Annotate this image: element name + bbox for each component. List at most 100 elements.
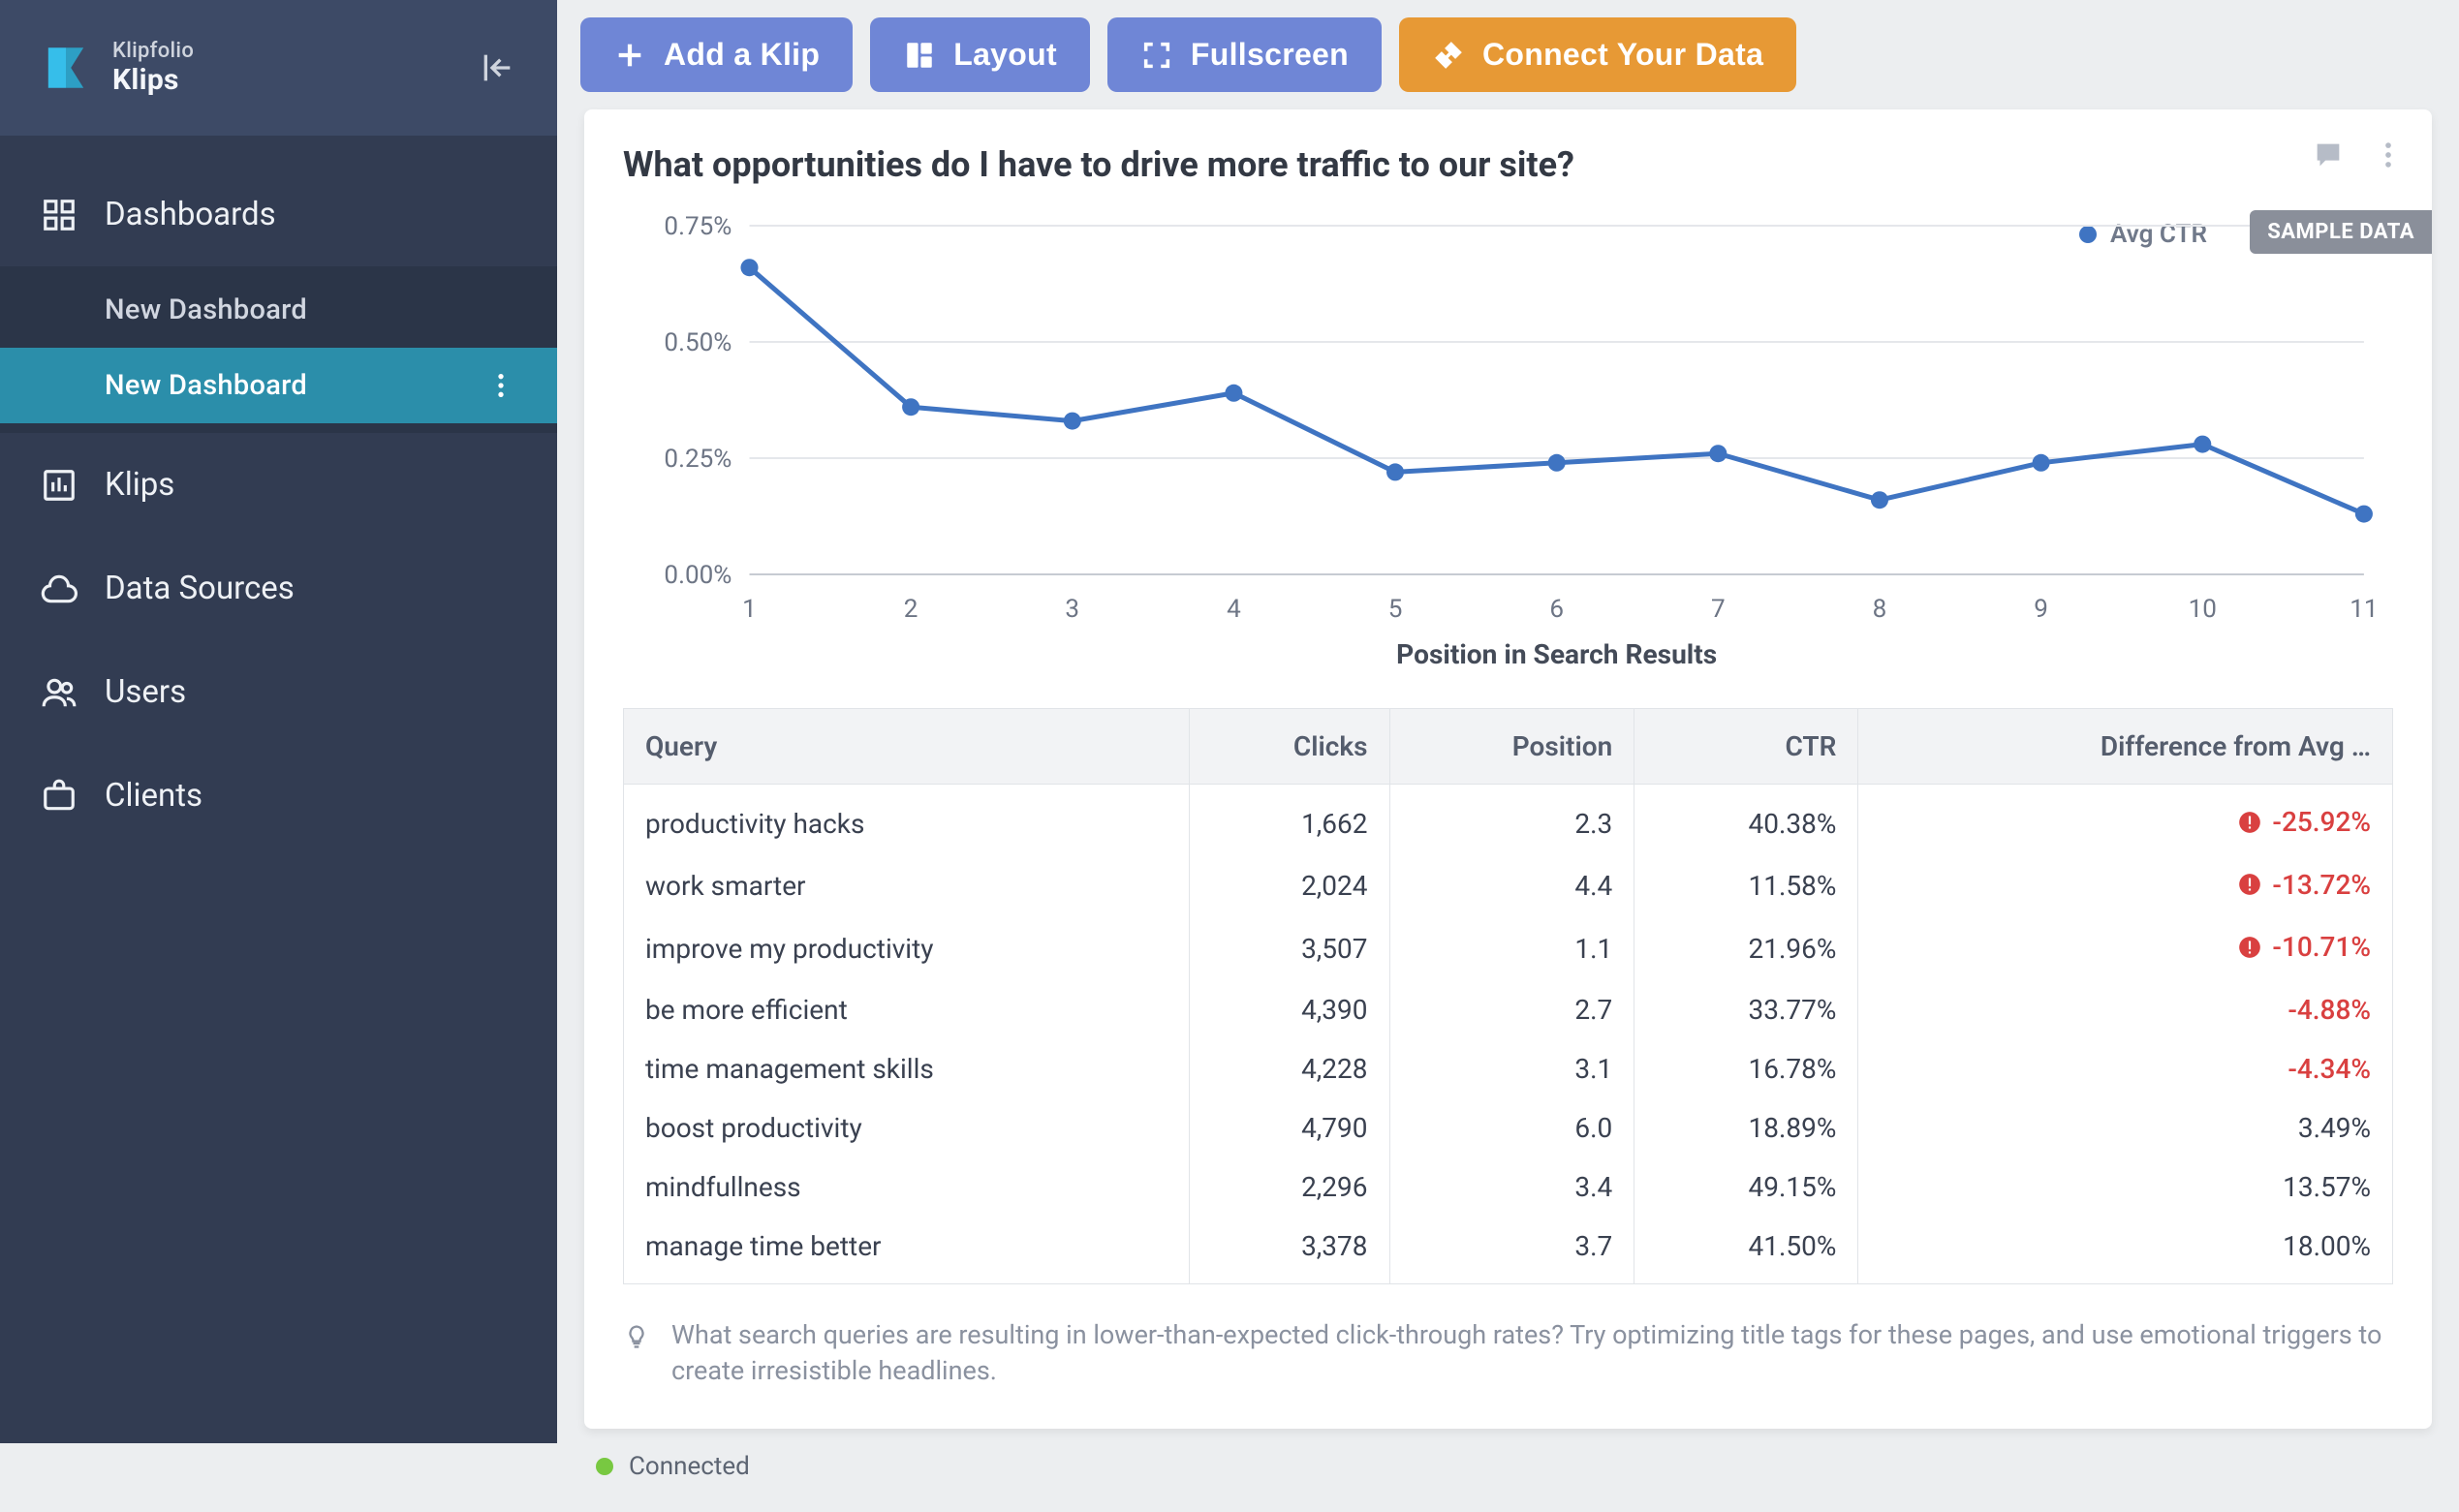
table-header[interactable]: Position xyxy=(1389,709,1634,785)
sidebar-item-klips[interactable]: Klips xyxy=(0,433,557,537)
table-cell: 2,296 xyxy=(1189,1157,1389,1217)
sidebar-subitem-label: New Dashboard xyxy=(105,293,307,326)
svg-text:7: 7 xyxy=(1711,595,1726,624)
table-cell: 4,228 xyxy=(1189,1039,1389,1098)
table-cell: time management skills xyxy=(624,1039,1190,1098)
table-cell: be more efficient xyxy=(624,980,1190,1039)
sidebar: Klipfolio Klips Dashboards New Dashboard… xyxy=(0,0,557,1443)
table-row[interactable]: work smarter2,0244.411.58%-13.72% xyxy=(624,855,2393,918)
sidebar-item-dashboards[interactable]: Dashboards xyxy=(0,163,557,266)
klipfolio-logo-icon xyxy=(41,43,91,93)
sidebar-item-clients[interactable]: Clients xyxy=(0,744,557,848)
sidebar-item-users[interactable]: Users xyxy=(0,640,557,744)
sidebar-item-label: Clients xyxy=(105,777,202,815)
table-row[interactable]: boost productivity4,7906.018.89%3.49% xyxy=(624,1098,2393,1157)
sidebar-subitem-new-dashboard-1[interactable]: New Dashboard xyxy=(0,272,557,348)
table-header[interactable]: CTR xyxy=(1634,709,1858,785)
table-header[interactable]: Difference from Avg … xyxy=(1858,709,2393,785)
table-cell-diff: -4.88% xyxy=(1858,980,2393,1039)
brand-logo[interactable]: Klipfolio Klips xyxy=(41,39,194,97)
collapse-sidebar-icon[interactable] xyxy=(478,48,516,87)
add-klip-button[interactable]: Add a Klip xyxy=(580,17,853,92)
table-cell-diff: -4.34% xyxy=(1858,1039,2393,1098)
table-header[interactable]: Query xyxy=(624,709,1190,785)
table-cell-diff: -25.92% xyxy=(1858,785,2393,855)
table-cell-diff: 13.57% xyxy=(1858,1157,2393,1217)
table-cell: 3,378 xyxy=(1189,1217,1389,1284)
table-row[interactable]: improve my productivity3,5071.121.96%-10… xyxy=(624,917,2393,980)
table-cell: 3.7 xyxy=(1389,1217,1634,1284)
query-table: QueryClicksPositionCTRDifference from Av… xyxy=(623,708,2393,1284)
main-canvas: Add a Klip Layout Fullscreen Connect You… xyxy=(557,0,2459,1443)
table-cell: 4.4 xyxy=(1389,855,1634,918)
table-cell: boost productivity xyxy=(624,1098,1190,1157)
table-row[interactable]: mindfullness2,2963.449.15%13.57% xyxy=(624,1157,2393,1217)
table-cell: work smarter xyxy=(624,855,1190,918)
connect-icon xyxy=(1432,39,1465,72)
svg-text:0.75%: 0.75% xyxy=(664,212,731,241)
table-cell: mindfullness xyxy=(624,1157,1190,1217)
sample-data-badge: SAMPLE DATA xyxy=(2250,210,2432,254)
table-cell: 3.1 xyxy=(1389,1039,1634,1098)
svg-text:Position in Search Results: Position in Search Results xyxy=(1396,638,1717,670)
button-label: Fullscreen xyxy=(1191,37,1349,73)
table-row[interactable]: be more efficient4,3902.733.77%-4.88% xyxy=(624,980,2393,1039)
comment-icon[interactable] xyxy=(2312,139,2345,171)
hint-text: What search queries are resulting in low… xyxy=(671,1317,2393,1391)
layout-button[interactable]: Layout xyxy=(870,17,1090,92)
layout-icon xyxy=(903,39,936,72)
table-cell: 11.58% xyxy=(1634,855,1858,918)
svg-text:10: 10 xyxy=(2189,595,2217,624)
svg-text:11: 11 xyxy=(2350,595,2378,624)
sidebar-item-label: Dashboards xyxy=(105,196,276,233)
clients-icon xyxy=(41,778,78,815)
svg-text:9: 9 xyxy=(2034,595,2048,624)
card-title: What opportunities do I have to drive mo… xyxy=(623,144,2393,185)
klip-card: What opportunities do I have to drive mo… xyxy=(584,109,2432,1429)
connection-indicator-icon xyxy=(596,1458,613,1475)
table-row[interactable]: time management skills4,2283.116.78%-4.3… xyxy=(624,1039,2393,1098)
table-cell: 33.77% xyxy=(1634,980,1858,1039)
card-actions xyxy=(2312,139,2405,171)
sidebar-subitem-label: New Dashboard xyxy=(105,369,307,402)
sidebar-item-label: Data Sources xyxy=(105,570,295,607)
table-row[interactable]: productivity hacks1,6622.340.38%-25.92% xyxy=(624,785,2393,855)
table-cell: 41.50% xyxy=(1634,1217,1858,1284)
sidebar-item-data-sources[interactable]: Data Sources xyxy=(0,537,557,640)
button-label: Add a Klip xyxy=(664,37,820,73)
sidebar-subitem-new-dashboard-2[interactable]: New Dashboard xyxy=(0,348,557,423)
sidebar-item-label: Klips xyxy=(105,466,174,504)
svg-text:1: 1 xyxy=(742,595,757,624)
connection-status: Connected xyxy=(629,1452,750,1481)
data-sources-icon xyxy=(41,571,78,607)
table-cell: 18.89% xyxy=(1634,1098,1858,1157)
svg-text:5: 5 xyxy=(1388,595,1403,624)
button-label: Connect Your Data xyxy=(1482,37,1763,73)
dashboards-icon xyxy=(41,197,78,233)
table-cell: 4,390 xyxy=(1189,980,1389,1039)
connect-data-button[interactable]: Connect Your Data xyxy=(1399,17,1796,92)
more-vertical-icon[interactable] xyxy=(485,370,516,401)
svg-text:3: 3 xyxy=(1065,595,1079,624)
chart: 0.00%0.25%0.50%0.75%1234567891011Positio… xyxy=(623,206,2393,691)
table-header[interactable]: Clicks xyxy=(1189,709,1389,785)
svg-text:0.00%: 0.00% xyxy=(664,561,731,590)
brand-text: Klipfolio Klips xyxy=(112,39,194,97)
table-cell: 21.96% xyxy=(1634,917,1858,980)
footer: Connected xyxy=(557,1429,2459,1512)
table-cell-diff: -10.71% xyxy=(1858,917,2393,980)
more-vertical-icon[interactable] xyxy=(2372,139,2405,171)
table-cell: 3.4 xyxy=(1389,1157,1634,1217)
svg-text:2: 2 xyxy=(904,595,918,624)
table-cell-diff: 3.49% xyxy=(1858,1098,2393,1157)
svg-text:0.25%: 0.25% xyxy=(664,445,731,474)
table-cell: 16.78% xyxy=(1634,1039,1858,1098)
plus-icon xyxy=(613,39,646,72)
table-cell: 1.1 xyxy=(1389,917,1634,980)
table-cell: 1,662 xyxy=(1189,785,1389,855)
table-cell-diff: -13.72% xyxy=(1858,855,2393,918)
users-icon xyxy=(41,674,78,711)
table-row[interactable]: manage time better3,3783.741.50%18.00% xyxy=(624,1217,2393,1284)
hint: What search queries are resulting in low… xyxy=(623,1317,2393,1391)
fullscreen-button[interactable]: Fullscreen xyxy=(1107,17,1382,92)
